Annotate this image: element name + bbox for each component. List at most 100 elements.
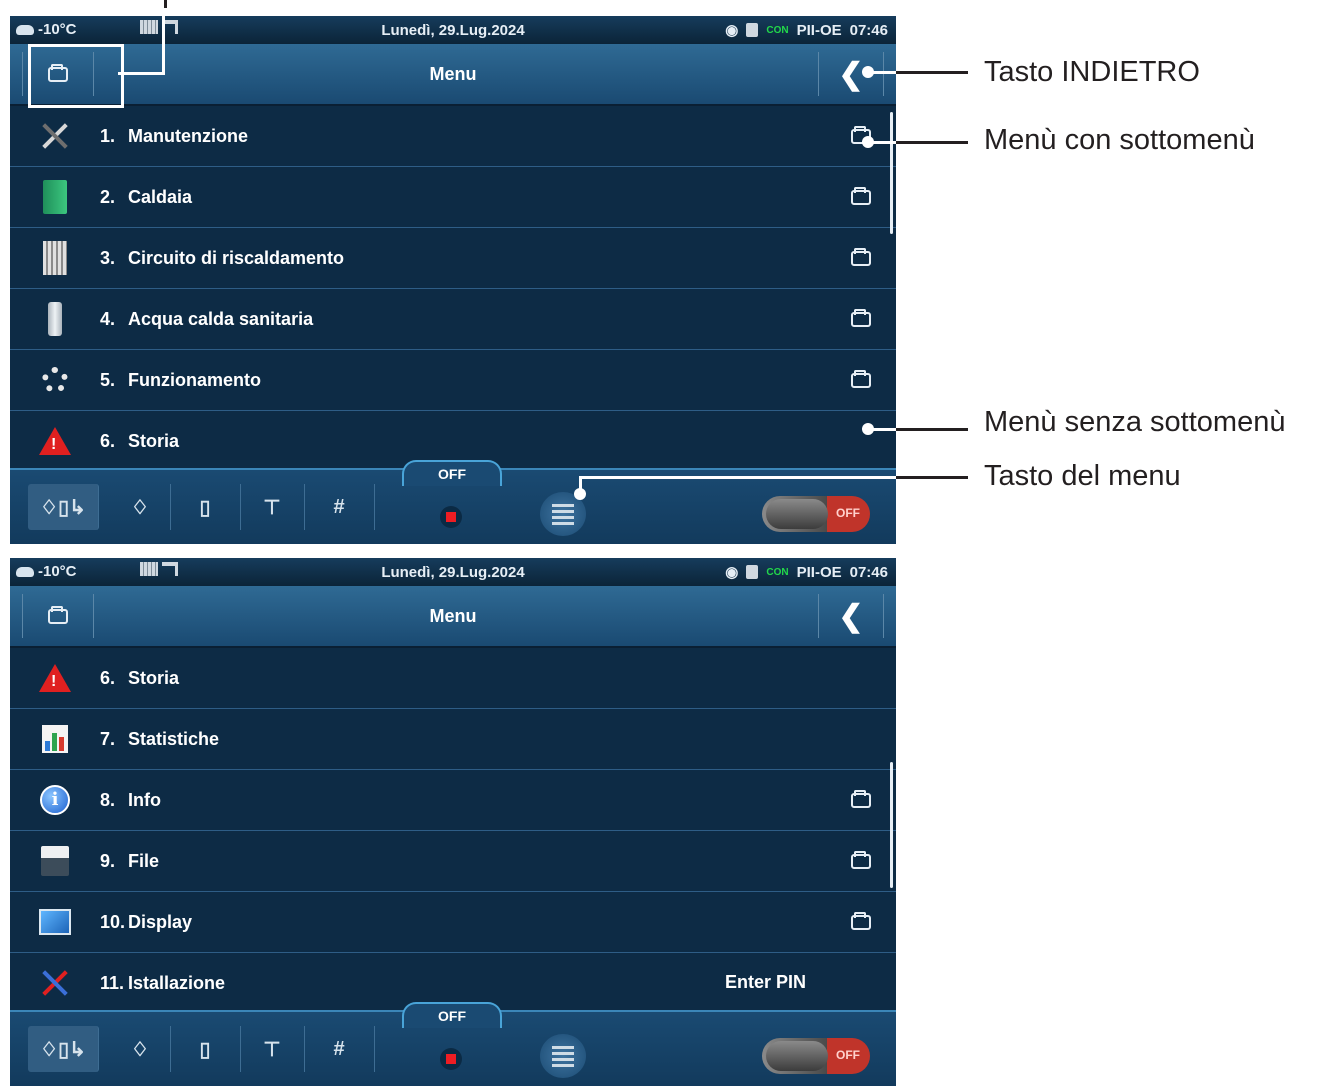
menu-item-number: 7. (100, 728, 116, 749)
connection-label: CON (766, 566, 789, 578)
submenu-folder-icon (851, 247, 871, 266)
annotation-without-submenu: Menù senza sottomenù (984, 406, 1286, 438)
submenu-folder-icon (851, 369, 871, 388)
menu-item-circuito[interactable]: 3. Circuito di riscaldamento (10, 228, 896, 289)
back-callout-line-white (872, 71, 896, 74)
gear-icon (42, 367, 68, 393)
menu-item-info[interactable]: i 8. Info (10, 770, 896, 831)
back-button[interactable]: ❮ (818, 52, 884, 96)
menu-item-number: 6. (100, 430, 116, 451)
status-right: ◉ CON PII-OE 07:46 (725, 563, 888, 582)
flame-button[interactable]: ♢ (110, 484, 171, 530)
submenu-folder-icon (851, 789, 871, 808)
menu-item-label: Storia (128, 667, 180, 688)
menu-item-number: 10. (100, 911, 126, 932)
menu-button[interactable] (540, 1034, 586, 1078)
tap-button[interactable]: ⊤ (240, 1026, 305, 1072)
menu-item-label: Manutenzione (128, 125, 248, 146)
bottom-bar: ♢▯↳ ♢ ▯ ⊤ # OFF OFF (10, 1002, 896, 1086)
menu-key-callout-line-white (579, 476, 896, 479)
stop-button[interactable] (440, 506, 462, 528)
status-bar: -10°C Lunedì, 29.Lug.2024 ◉ CON PII-OE 0… (10, 16, 896, 44)
menu-list: ! 6. Storia 7. Statistiche i 8. Info 9. … (10, 648, 896, 1014)
installation-icon (39, 967, 71, 999)
menu-item-label: Acqua calda sanitaria (128, 308, 314, 329)
flame-button[interactable]: ♢ (110, 1026, 171, 1072)
connection-label: CON (766, 24, 789, 36)
submenu-callout-line (896, 141, 968, 144)
menu-list: 1. Manutenzione 2. Caldaia 3. Circuito d… (10, 106, 896, 472)
menu-item-funzionamento[interactable]: 5. Funzionamento (10, 350, 896, 411)
back-button[interactable]: ❮ (818, 594, 884, 638)
device-name: PII-OE (796, 563, 842, 581)
boiler-button[interactable]: ▯ (170, 1026, 241, 1072)
nosubmenu-callout-line-white (872, 428, 896, 431)
radiator-button[interactable]: # (304, 1026, 375, 1072)
warning-icon: ! (39, 664, 71, 692)
menu-item-storia[interactable]: ! 6. Storia (10, 648, 896, 709)
folder-callout-box (28, 44, 124, 108)
menu-item-display[interactable]: 10. Display (10, 892, 896, 953)
menu-item-label: Funzionamento (128, 369, 261, 390)
boiler-button[interactable]: ▯ (170, 484, 241, 530)
menu-screen-2: -10°C Lunedì, 29.Lug.2024 ◉ CON PII-OE 0… (10, 558, 896, 1086)
callout-line-top (164, 0, 167, 8)
tap-button[interactable]: ⊤ (240, 484, 305, 530)
radiator-icon (43, 241, 67, 275)
wifi-icon: ◉ (725, 564, 739, 581)
menu-item-number: 11. (100, 972, 125, 993)
scrollbar[interactable] (890, 112, 893, 234)
menu-item-label: Display (128, 911, 193, 932)
menu-item-number: 5. (100, 369, 116, 390)
menu-item-acqua[interactable]: 4. Acqua calda sanitaria (10, 289, 896, 350)
toggle-knob (766, 499, 828, 529)
connection-icon (746, 23, 759, 37)
device-name: PII-OE (796, 21, 842, 39)
status-right: ◉ CON PII-OE 07:46 (725, 21, 888, 40)
water-tank-icon (48, 302, 62, 336)
menu-item-number: 9. (100, 850, 116, 871)
tools-icon (39, 120, 71, 152)
stop-button[interactable] (440, 1048, 462, 1070)
overview-button[interactable]: ♢▯↳ (28, 1026, 99, 1072)
radiator-button[interactable]: # (304, 484, 375, 530)
enter-pin-label: Enter PIN (724, 972, 806, 992)
wifi-icon: ◉ (725, 22, 739, 39)
menu-item-label: Storia (128, 430, 180, 451)
menu-item-label: Info (128, 789, 161, 810)
warning-icon: ! (39, 427, 71, 455)
menu-item-label: Caldaia (128, 186, 193, 207)
page-title: Menu (429, 606, 477, 626)
status-bar: -10°C Lunedì, 29.Lug.2024 ◉ CON PII-OE 0… (10, 558, 896, 586)
back-callout-line (896, 71, 968, 74)
power-toggle[interactable]: OFF (762, 1038, 870, 1074)
folder-callout-line-v (162, 8, 165, 75)
menu-item-manutenzione[interactable]: 1. Manutenzione (10, 106, 896, 167)
connection-icon (746, 565, 759, 579)
overview-button[interactable]: ♢▯↳ (28, 484, 99, 530)
clock: 07:46 (849, 563, 888, 581)
annotation-back-key: Tasto INDIETRO (984, 56, 1200, 88)
menu-item-statistiche[interactable]: 7. Statistiche (10, 709, 896, 770)
menu-header: Menu ❮ (10, 586, 896, 648)
menu-item-number: 8. (100, 789, 116, 810)
menu-item-label: Circuito di riscaldamento (128, 247, 345, 268)
power-toggle[interactable]: OFF (762, 496, 870, 532)
scrollbar[interactable] (890, 762, 893, 888)
menu-screen-1: -10°C Lunedì, 29.Lug.2024 ◉ CON PII-OE 0… (10, 16, 896, 544)
menu-item-caldaia[interactable]: 2. Caldaia (10, 167, 896, 228)
file-icon (41, 846, 69, 876)
submenu-folder-icon (851, 308, 871, 327)
toggle-knob (766, 1041, 828, 1071)
submenu-folder-icon (851, 186, 871, 205)
statistics-icon (42, 725, 68, 753)
menu-item-number: 1. (100, 125, 116, 146)
toggle-label: OFF (836, 1048, 860, 1062)
menu-item-file[interactable]: 9. File (10, 831, 896, 892)
nosubmenu-callout-line (896, 428, 968, 431)
annotation-with-submenu: Menù con sottomenù (984, 124, 1255, 156)
menu-key-callout-line (896, 476, 968, 479)
bottom-bar: ♢▯↳ ♢ ▯ ⊤ # OFF OFF (10, 460, 896, 544)
submenu-folder-icon (851, 911, 871, 930)
menu-item-number: 4. (100, 308, 116, 329)
